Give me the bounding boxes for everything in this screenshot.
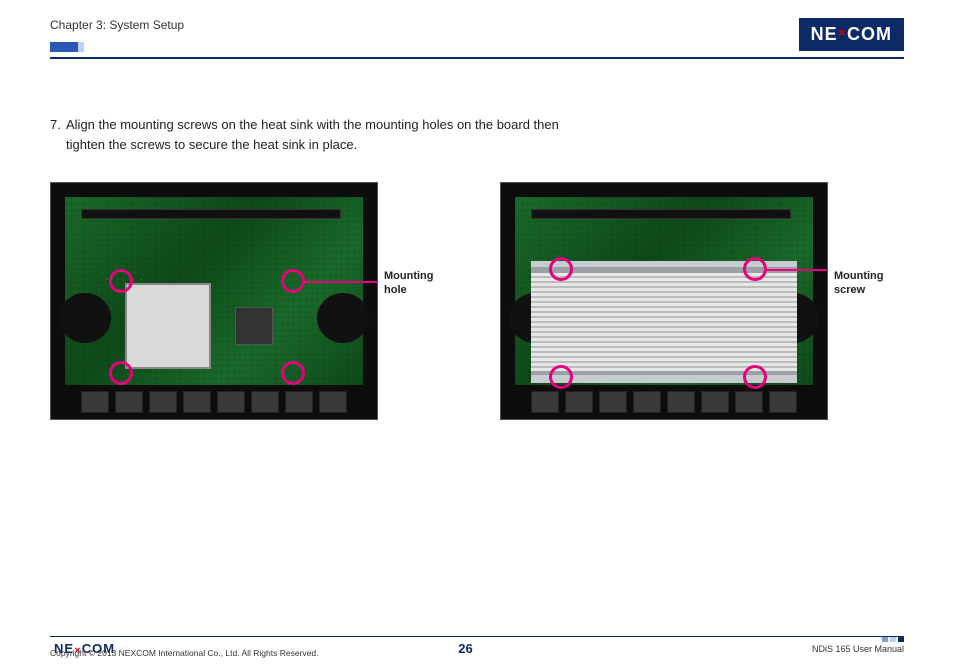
header-accent <box>50 42 78 52</box>
board-image-before <box>50 182 378 420</box>
callout-mounting-screw: Mounting screw <box>828 182 892 298</box>
header-accent-light <box>78 42 84 52</box>
mounting-screw-marker <box>549 365 573 389</box>
step-number: 7. <box>50 115 66 154</box>
mounting-hole-marker <box>281 361 305 385</box>
figure-before: Mounting hole <box>50 182 442 420</box>
copyright: Copyright © 2013 NEXCOM International Co… <box>50 648 904 658</box>
mounting-hole-marker <box>109 269 133 293</box>
callout-text: Mounting <box>834 270 883 282</box>
page-footer: NE✕COM 26 NDiS 165 User Manual Copyright… <box>50 636 904 658</box>
page-number: 26 <box>458 641 472 656</box>
board-image-after <box>500 182 828 420</box>
callout-line <box>305 281 378 283</box>
brand-x-icon: ✕ <box>838 28 847 39</box>
brand-text-right: COM <box>847 24 892 45</box>
callout-mounting-hole: Mounting hole <box>378 182 442 298</box>
mounting-hole-marker <box>109 361 133 385</box>
callout-text: screw <box>834 284 865 296</box>
mounting-screw-marker <box>743 257 767 281</box>
mounting-screw-marker <box>549 257 573 281</box>
callout-line <box>767 269 828 271</box>
header-rule <box>50 57 904 59</box>
mounting-hole-marker <box>281 269 305 293</box>
mounting-screw-marker <box>743 365 767 389</box>
brand-logo: NE✕COM <box>799 18 904 51</box>
callout-text: Mounting <box>384 270 433 282</box>
doc-title: NDiS 165 User Manual <box>812 644 904 654</box>
brand-text-left: NE <box>811 24 838 45</box>
callout-text: hole <box>384 284 407 296</box>
heatsink <box>531 267 797 377</box>
figure-after: Mounting screw <box>500 182 892 420</box>
chapter-title: Chapter 3: System Setup <box>50 18 184 32</box>
step-text: Align the mounting screws on the heat si… <box>66 115 570 154</box>
instruction-step: 7. Align the mounting screws on the heat… <box>50 115 570 154</box>
